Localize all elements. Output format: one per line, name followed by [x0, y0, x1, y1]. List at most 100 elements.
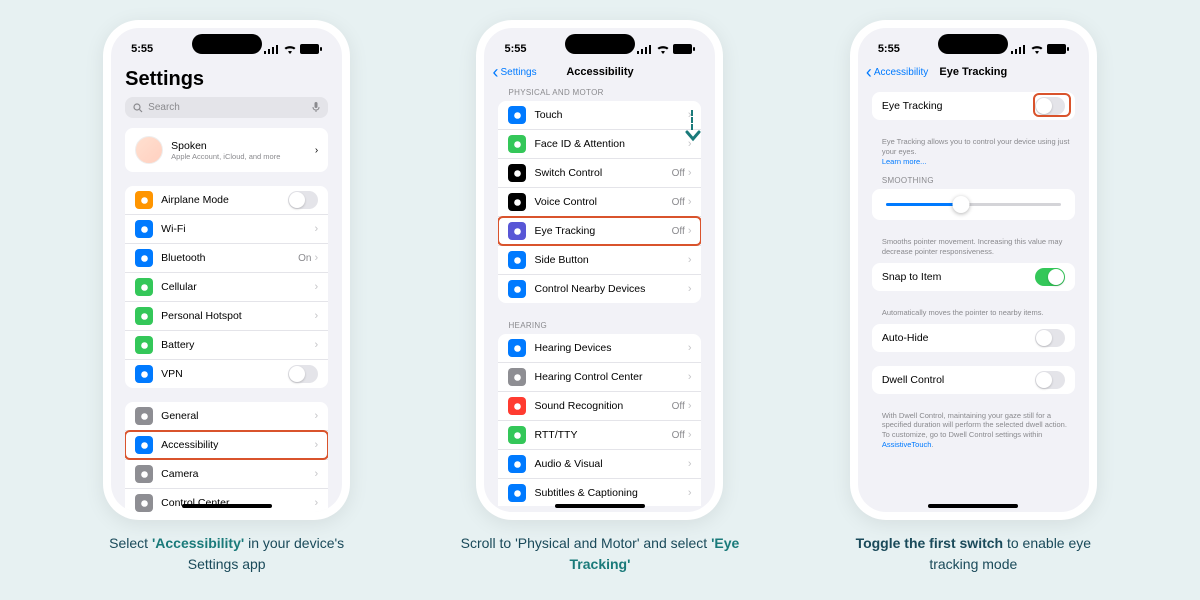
settings-row[interactable]: Eye TrackingOff› [498, 217, 701, 246]
smoothing-slider[interactable] [886, 203, 1061, 206]
settings-row[interactable]: Sound RecognitionOff› [498, 392, 701, 421]
snap-group: Snap to Item [872, 263, 1075, 291]
settings-row[interactable]: Face ID & Attention› [498, 130, 701, 159]
settings-row[interactable]: Battery› [125, 331, 328, 360]
eye-tracking-row[interactable]: Eye Tracking [872, 92, 1075, 120]
settings-row[interactable]: Touch› [498, 101, 701, 130]
row-label: Hearing Control Center [534, 371, 687, 383]
battery-icon [673, 44, 695, 54]
settings-row[interactable]: Control Nearby Devices› [498, 275, 701, 303]
phone-frame: 5:55 Accessibility Eye Tracking Eye Trac… [850, 20, 1097, 520]
row-icon [508, 397, 526, 415]
back-button[interactable]: Accessibility [866, 67, 928, 78]
chevron-right-icon: › [315, 145, 318, 156]
settings-row[interactable]: Hearing Devices› [498, 334, 701, 363]
notch [565, 34, 635, 54]
chevron-right-icon: › [314, 497, 318, 509]
wifi-icon [1030, 44, 1044, 54]
settings-row[interactable]: RTT/TTYOff› [498, 421, 701, 450]
scroll-down-arrow [685, 110, 701, 142]
settings-row[interactable]: Side Button› [498, 246, 701, 275]
battery-icon [300, 44, 322, 54]
account-name: Spoken [171, 140, 307, 152]
row-label: Airplane Mode [161, 194, 288, 206]
settings-row[interactable]: Switch ControlOff› [498, 159, 701, 188]
settings-row[interactable]: Accessibility› [125, 431, 328, 460]
row-icon [135, 436, 153, 454]
chevron-right-icon: › [688, 371, 692, 383]
settings-row[interactable]: Hearing Control Center› [498, 363, 701, 392]
row-icon [508, 368, 526, 386]
row-icon [508, 164, 526, 182]
row-icon [508, 106, 526, 124]
row-label: Camera [161, 468, 314, 480]
home-indicator [928, 504, 1018, 508]
nav-bar: Accessibility Eye Tracking [858, 60, 1089, 84]
row-icon [508, 426, 526, 444]
auto-hide-row[interactable]: Auto-Hide [872, 324, 1075, 352]
row-label: Bluetooth [161, 252, 298, 264]
row-label: Touch [534, 109, 687, 121]
snap-to-item-row[interactable]: Snap to Item [872, 263, 1075, 291]
row-icon [135, 278, 153, 296]
settings-row[interactable]: Voice ControlOff› [498, 188, 701, 217]
chevron-right-icon: › [688, 196, 692, 208]
snap-toggle[interactable] [1035, 268, 1065, 286]
settings-row[interactable]: Wi-Fi› [125, 215, 328, 244]
row-icon [135, 336, 153, 354]
page-title: Settings [111, 60, 342, 97]
settings-row[interactable]: BluetoothOn› [125, 244, 328, 273]
settings-row[interactable]: VPN [125, 360, 328, 388]
footnote: Automatically moves the pointer to nearb… [858, 305, 1089, 324]
status-time: 5:55 [131, 43, 153, 55]
settings-row[interactable]: General› [125, 402, 328, 431]
back-button[interactable]: Settings [492, 67, 536, 78]
dwell-group: Dwell Control [872, 366, 1075, 394]
wifi-icon [283, 44, 297, 54]
settings-row[interactable]: Cellular› [125, 273, 328, 302]
footnote: With Dwell Control, maintaining your gaz… [858, 408, 1089, 456]
eye-tracking-toggle[interactable] [1035, 97, 1065, 115]
nav-bar: Settings Accessibility [484, 60, 715, 84]
signal-icon [637, 44, 653, 54]
settings-row[interactable]: Control Center› [125, 489, 328, 512]
settings-row[interactable]: Subtitles & Captioning› [498, 479, 701, 506]
row-label: Auto-Hide [882, 332, 1035, 344]
physical-motor-group: Touch›Face ID & Attention›Switch Control… [498, 101, 701, 303]
smoothing-group [872, 189, 1075, 220]
row-icon [508, 280, 526, 298]
settings-group-2: General›Accessibility›Camera›Control Cen… [125, 402, 328, 512]
row-icon [508, 455, 526, 473]
row-label: Accessibility [161, 439, 314, 451]
row-value: Off [672, 197, 685, 208]
avatar [135, 136, 163, 164]
home-indicator [555, 504, 645, 508]
apple-account-row[interactable]: Spoken Apple Account, iCloud, and more › [125, 128, 328, 172]
row-icon [135, 307, 153, 325]
toggle[interactable] [288, 365, 318, 383]
chevron-right-icon: › [314, 410, 318, 422]
row-label: RTT/TTY [534, 429, 671, 441]
search-placeholder: Search [148, 102, 180, 113]
row-label: Audio & Visual [534, 458, 687, 470]
settings-row[interactable]: Camera› [125, 460, 328, 489]
row-icon [508, 193, 526, 211]
autohide-toggle[interactable] [1035, 329, 1065, 347]
settings-row[interactable]: Airplane Mode [125, 186, 328, 215]
row-label: Wi-Fi [161, 223, 314, 235]
settings-row[interactable]: Personal Hotspot› [125, 302, 328, 331]
screen: 5:55 Accessibility Eye Tracking Eye Trac… [858, 28, 1089, 512]
row-icon [135, 407, 153, 425]
row-label: Sound Recognition [534, 400, 671, 412]
row-label: Switch Control [534, 167, 671, 179]
settings-row[interactable]: Audio & Visual› [498, 450, 701, 479]
assistivetouch-link[interactable]: AssistiveTouch [882, 440, 932, 449]
dwell-control-row[interactable]: Dwell Control [872, 366, 1075, 394]
search-input[interactable]: Search [125, 97, 328, 118]
dwell-toggle[interactable] [1035, 371, 1065, 389]
chevron-right-icon: › [688, 283, 692, 295]
learn-more-link[interactable]: Learn more... [882, 157, 927, 166]
toggle[interactable] [288, 191, 318, 209]
row-icon [135, 249, 153, 267]
chevron-right-icon: › [688, 225, 692, 237]
